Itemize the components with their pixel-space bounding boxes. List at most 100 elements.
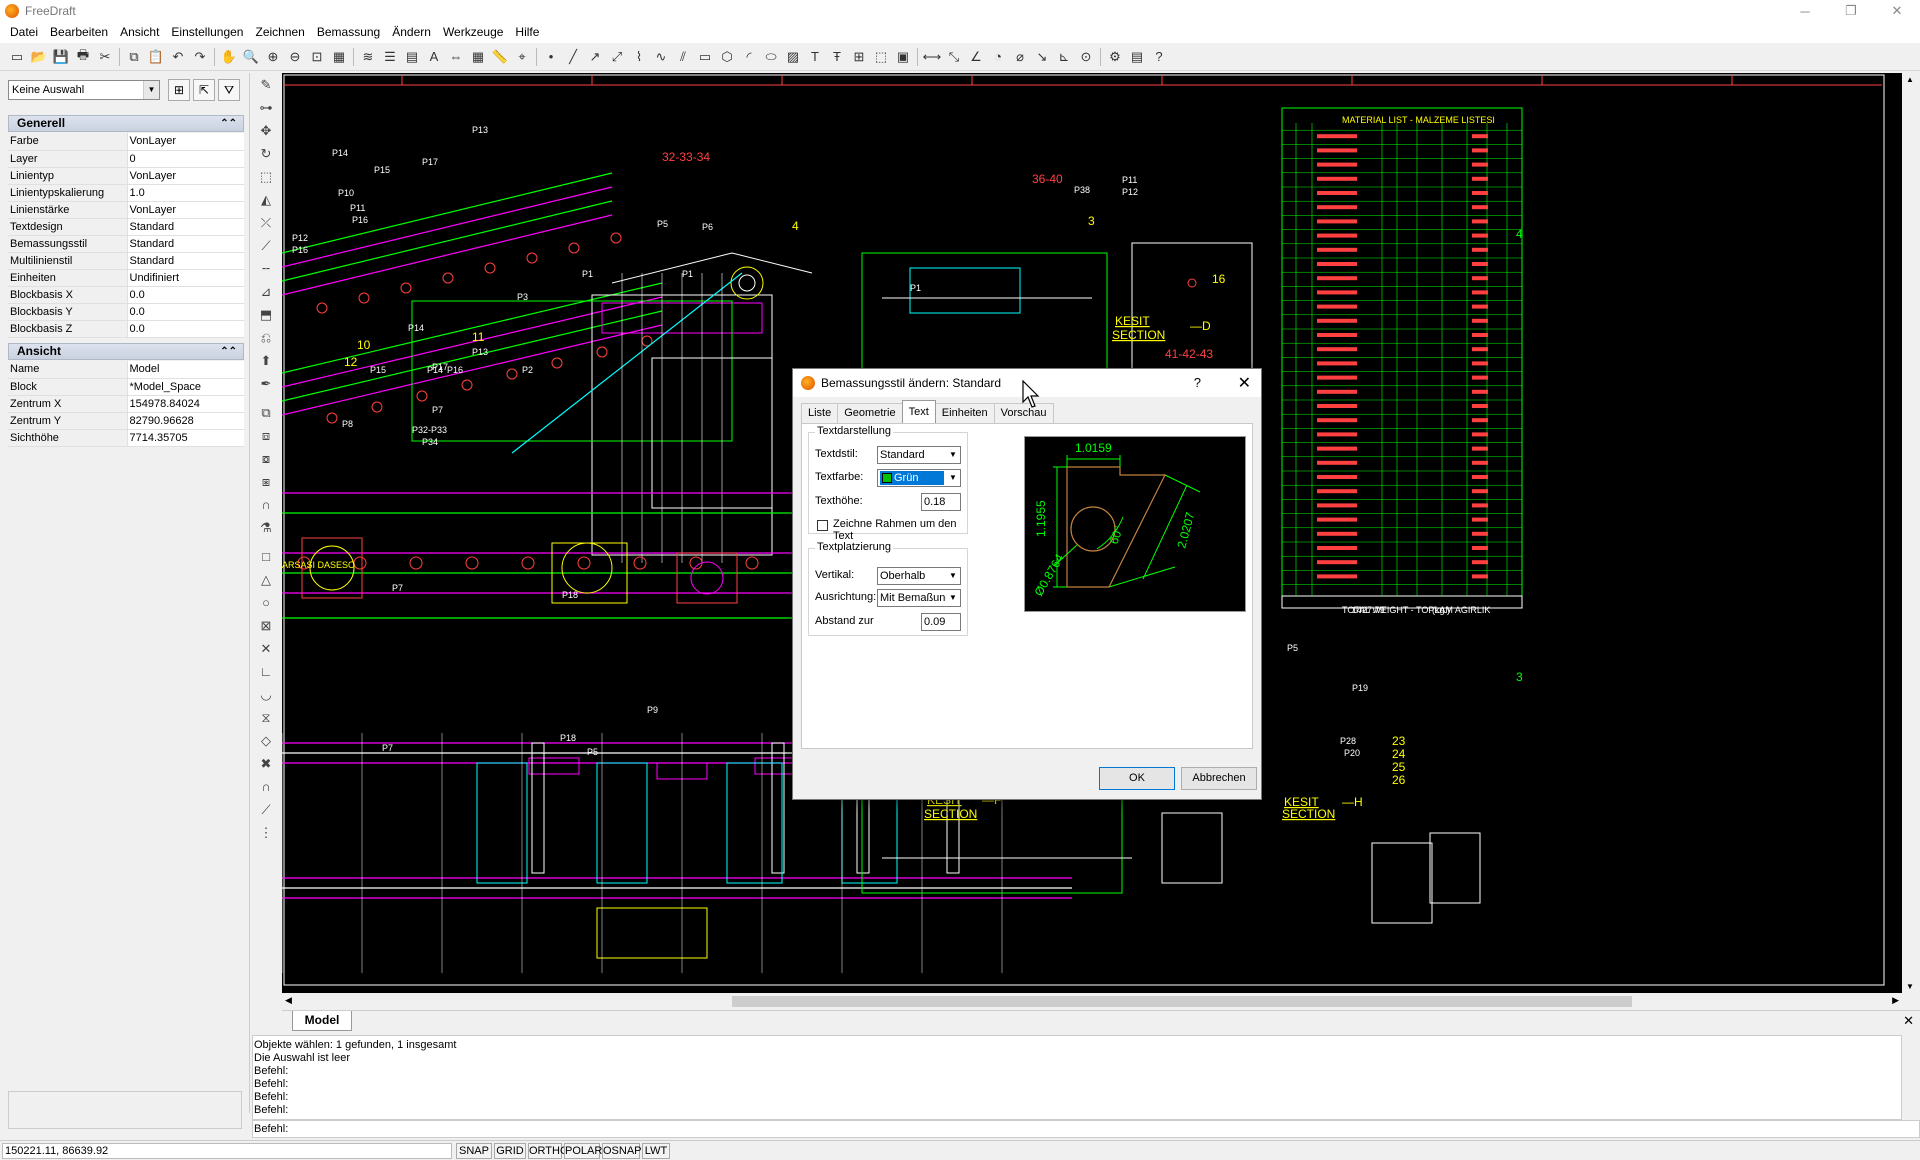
menu-zeichnen[interactable]: Zeichnen	[249, 22, 310, 43]
dim-linear-icon[interactable]: ⟷	[921, 46, 943, 68]
property-value[interactable]: Undifiniert	[127, 269, 244, 287]
spline-icon[interactable]: ∿	[650, 46, 672, 68]
grid-icon[interactable]: ▦	[467, 46, 489, 68]
select-objects-button[interactable]: ⇱	[193, 79, 215, 101]
property-value[interactable]: 0.0	[127, 303, 244, 321]
layers-icon[interactable]: ≋	[357, 46, 379, 68]
copy-icon[interactable]: ⧉	[123, 46, 145, 68]
menu-bemassung[interactable]: Bemassung	[311, 22, 386, 43]
toggle-grid[interactable]: GRID	[494, 1143, 526, 1159]
property-row[interactable]: Linientyp VonLayer	[8, 167, 244, 185]
dim-center-icon[interactable]: ⊙	[1075, 46, 1097, 68]
selection-dropdown[interactable]: Keine Auswahl ▼	[8, 80, 160, 100]
dim-style-icon[interactable]: ⇔	[445, 46, 467, 68]
dim-radius-icon[interactable]: ◔	[987, 46, 1009, 68]
property-value[interactable]: 0.0	[127, 286, 244, 304]
double-line-icon[interactable]: ⫽	[672, 46, 694, 68]
zoom-extents-icon[interactable]: ⊡	[306, 46, 328, 68]
tab-text[interactable]: Text	[901, 400, 936, 423]
property-value[interactable]: *Model_Space	[127, 378, 244, 396]
property-row[interactable]: Sichthöhe 7714.35705	[8, 429, 244, 447]
hourglass-icon[interactable]: ⧖	[255, 706, 277, 729]
property-value[interactable]: 0.0	[127, 320, 244, 338]
offset-icon[interactable]: ⬒	[255, 303, 277, 326]
dim-ordinate-icon[interactable]: ⊾	[1053, 46, 1075, 68]
tab-einheiten[interactable]: Einheiten	[934, 403, 995, 423]
arc-icon[interactable]: ◜	[738, 46, 760, 68]
vertical-select[interactable]: Oberhalb ▼	[877, 567, 961, 585]
property-value[interactable]: Standard	[127, 252, 244, 270]
toggle-lwt[interactable]: LWT	[642, 1143, 670, 1159]
minimize-button[interactable]: ─	[1782, 0, 1828, 22]
help-button[interactable]: ?	[1194, 375, 1201, 390]
measure-icon[interactable]: 📏	[489, 46, 511, 68]
property-value[interactable]: Model	[127, 361, 244, 379]
property-row[interactable]: Zentrum Y 82790.96628	[8, 412, 244, 430]
line-tool-icon[interactable]: ⟋	[255, 798, 277, 821]
save-icon[interactable]: 💾	[50, 46, 72, 68]
arc-tool-icon[interactable]: ◡	[255, 683, 277, 706]
fillet-icon[interactable]: ✒	[255, 372, 277, 395]
magnet-icon[interactable]: ∩	[255, 493, 277, 516]
extend-icon[interactable]: ⟋	[255, 234, 277, 257]
paste-icon[interactable]: 📋	[145, 46, 167, 68]
zoom-in-icon[interactable]: ⊕	[262, 46, 284, 68]
snap-icon[interactable]: ⌖	[511, 46, 533, 68]
ray-icon[interactable]: ↗	[584, 46, 606, 68]
triangle-tool-icon[interactable]: △	[255, 568, 277, 591]
rect-tool-icon[interactable]: □	[255, 545, 277, 568]
break-icon[interactable]: ╌	[255, 257, 277, 280]
scroll-right-icon[interactable]: ▶	[1892, 995, 1899, 1006]
menu-bearbeiten[interactable]: Bearbeiten	[44, 22, 114, 43]
dialog-close-button[interactable]: ✕	[1238, 373, 1251, 393]
property-row[interactable]: Linienstärke VonLayer	[8, 201, 244, 219]
properties-icon[interactable]: ⚙	[1104, 46, 1126, 68]
insert-icon[interactable]: ⬚	[870, 46, 892, 68]
property-value[interactable]: 154978.84024	[127, 395, 244, 413]
alignment-select[interactable]: Mit Bemaßungslinie ▼	[877, 589, 961, 607]
property-row[interactable]: Textdesign Standard	[8, 218, 244, 236]
menu-werkzeuge[interactable]: Werkzeuge	[437, 22, 509, 43]
stretch-icon[interactable]: ⎌	[255, 326, 277, 349]
circle-tool-icon[interactable]: ○	[255, 591, 277, 614]
property-value[interactable]: Standard	[127, 235, 244, 253]
angle-tool-icon[interactable]: ∟	[255, 660, 277, 683]
property-value[interactable]: 82790.96628	[127, 412, 244, 430]
move-grip-icon[interactable]: ⊶	[255, 96, 277, 119]
vertical-scrollbar[interactable]: ▲ ▼	[1902, 73, 1920, 993]
tab-geometrie[interactable]: Geometrie	[837, 403, 903, 423]
dots-icon[interactable]: ⋮	[255, 821, 277, 844]
explode-icon[interactable]: ⧆	[255, 470, 277, 493]
property-value[interactable]: VonLayer	[127, 133, 244, 151]
text-icon[interactable]: T	[804, 46, 826, 68]
help-icon[interactable]: ?	[1148, 46, 1170, 68]
hatch-icon[interactable]: ▨	[782, 46, 804, 68]
mirror-icon[interactable]: ◭	[255, 188, 277, 211]
property-value[interactable]: VonLayer	[127, 167, 244, 185]
property-row[interactable]: Zentrum X 154978.84024	[8, 395, 244, 413]
property-value[interactable]: Standard	[127, 218, 244, 236]
scroll-left-icon[interactable]: ◀	[285, 995, 292, 1006]
ungroup-icon[interactable]: ⧇	[255, 447, 277, 470]
snap-magnet-icon[interactable]: ∩	[255, 775, 277, 798]
property-row[interactable]: Block *Model_Space	[8, 378, 244, 396]
dim-aligned-icon[interactable]: ⤡	[943, 46, 965, 68]
offset-input[interactable]: 0.09	[921, 613, 961, 631]
menu-hilfe[interactable]: Hilfe	[509, 22, 545, 43]
filter-button[interactable]: ⛛	[218, 79, 240, 101]
property-row[interactable]: Layer 0	[8, 150, 244, 168]
zoom-realtime-icon[interactable]: ✋	[218, 46, 240, 68]
property-value[interactable]: 7714.35705	[127, 429, 244, 447]
property-row[interactable]: Bemassungsstil Standard	[8, 235, 244, 253]
quick-select-button[interactable]: ⊞	[168, 79, 190, 101]
cut-icon[interactable]: ✂	[94, 46, 116, 68]
scale-icon[interactable]: ⬚	[255, 165, 277, 188]
line-icon[interactable]: ╱	[562, 46, 584, 68]
delete-icon[interactable]: ✖	[255, 752, 277, 775]
zoom-out-icon[interactable]: ⊖	[284, 46, 306, 68]
menu-datei[interactable]: Datei	[4, 22, 44, 43]
command-input[interactable]: Befehl:	[252, 1120, 1920, 1138]
frame-checkbox[interactable]	[817, 520, 828, 531]
array-icon[interactable]: ⬆	[255, 349, 277, 372]
open-icon[interactable]: 📂	[28, 46, 50, 68]
